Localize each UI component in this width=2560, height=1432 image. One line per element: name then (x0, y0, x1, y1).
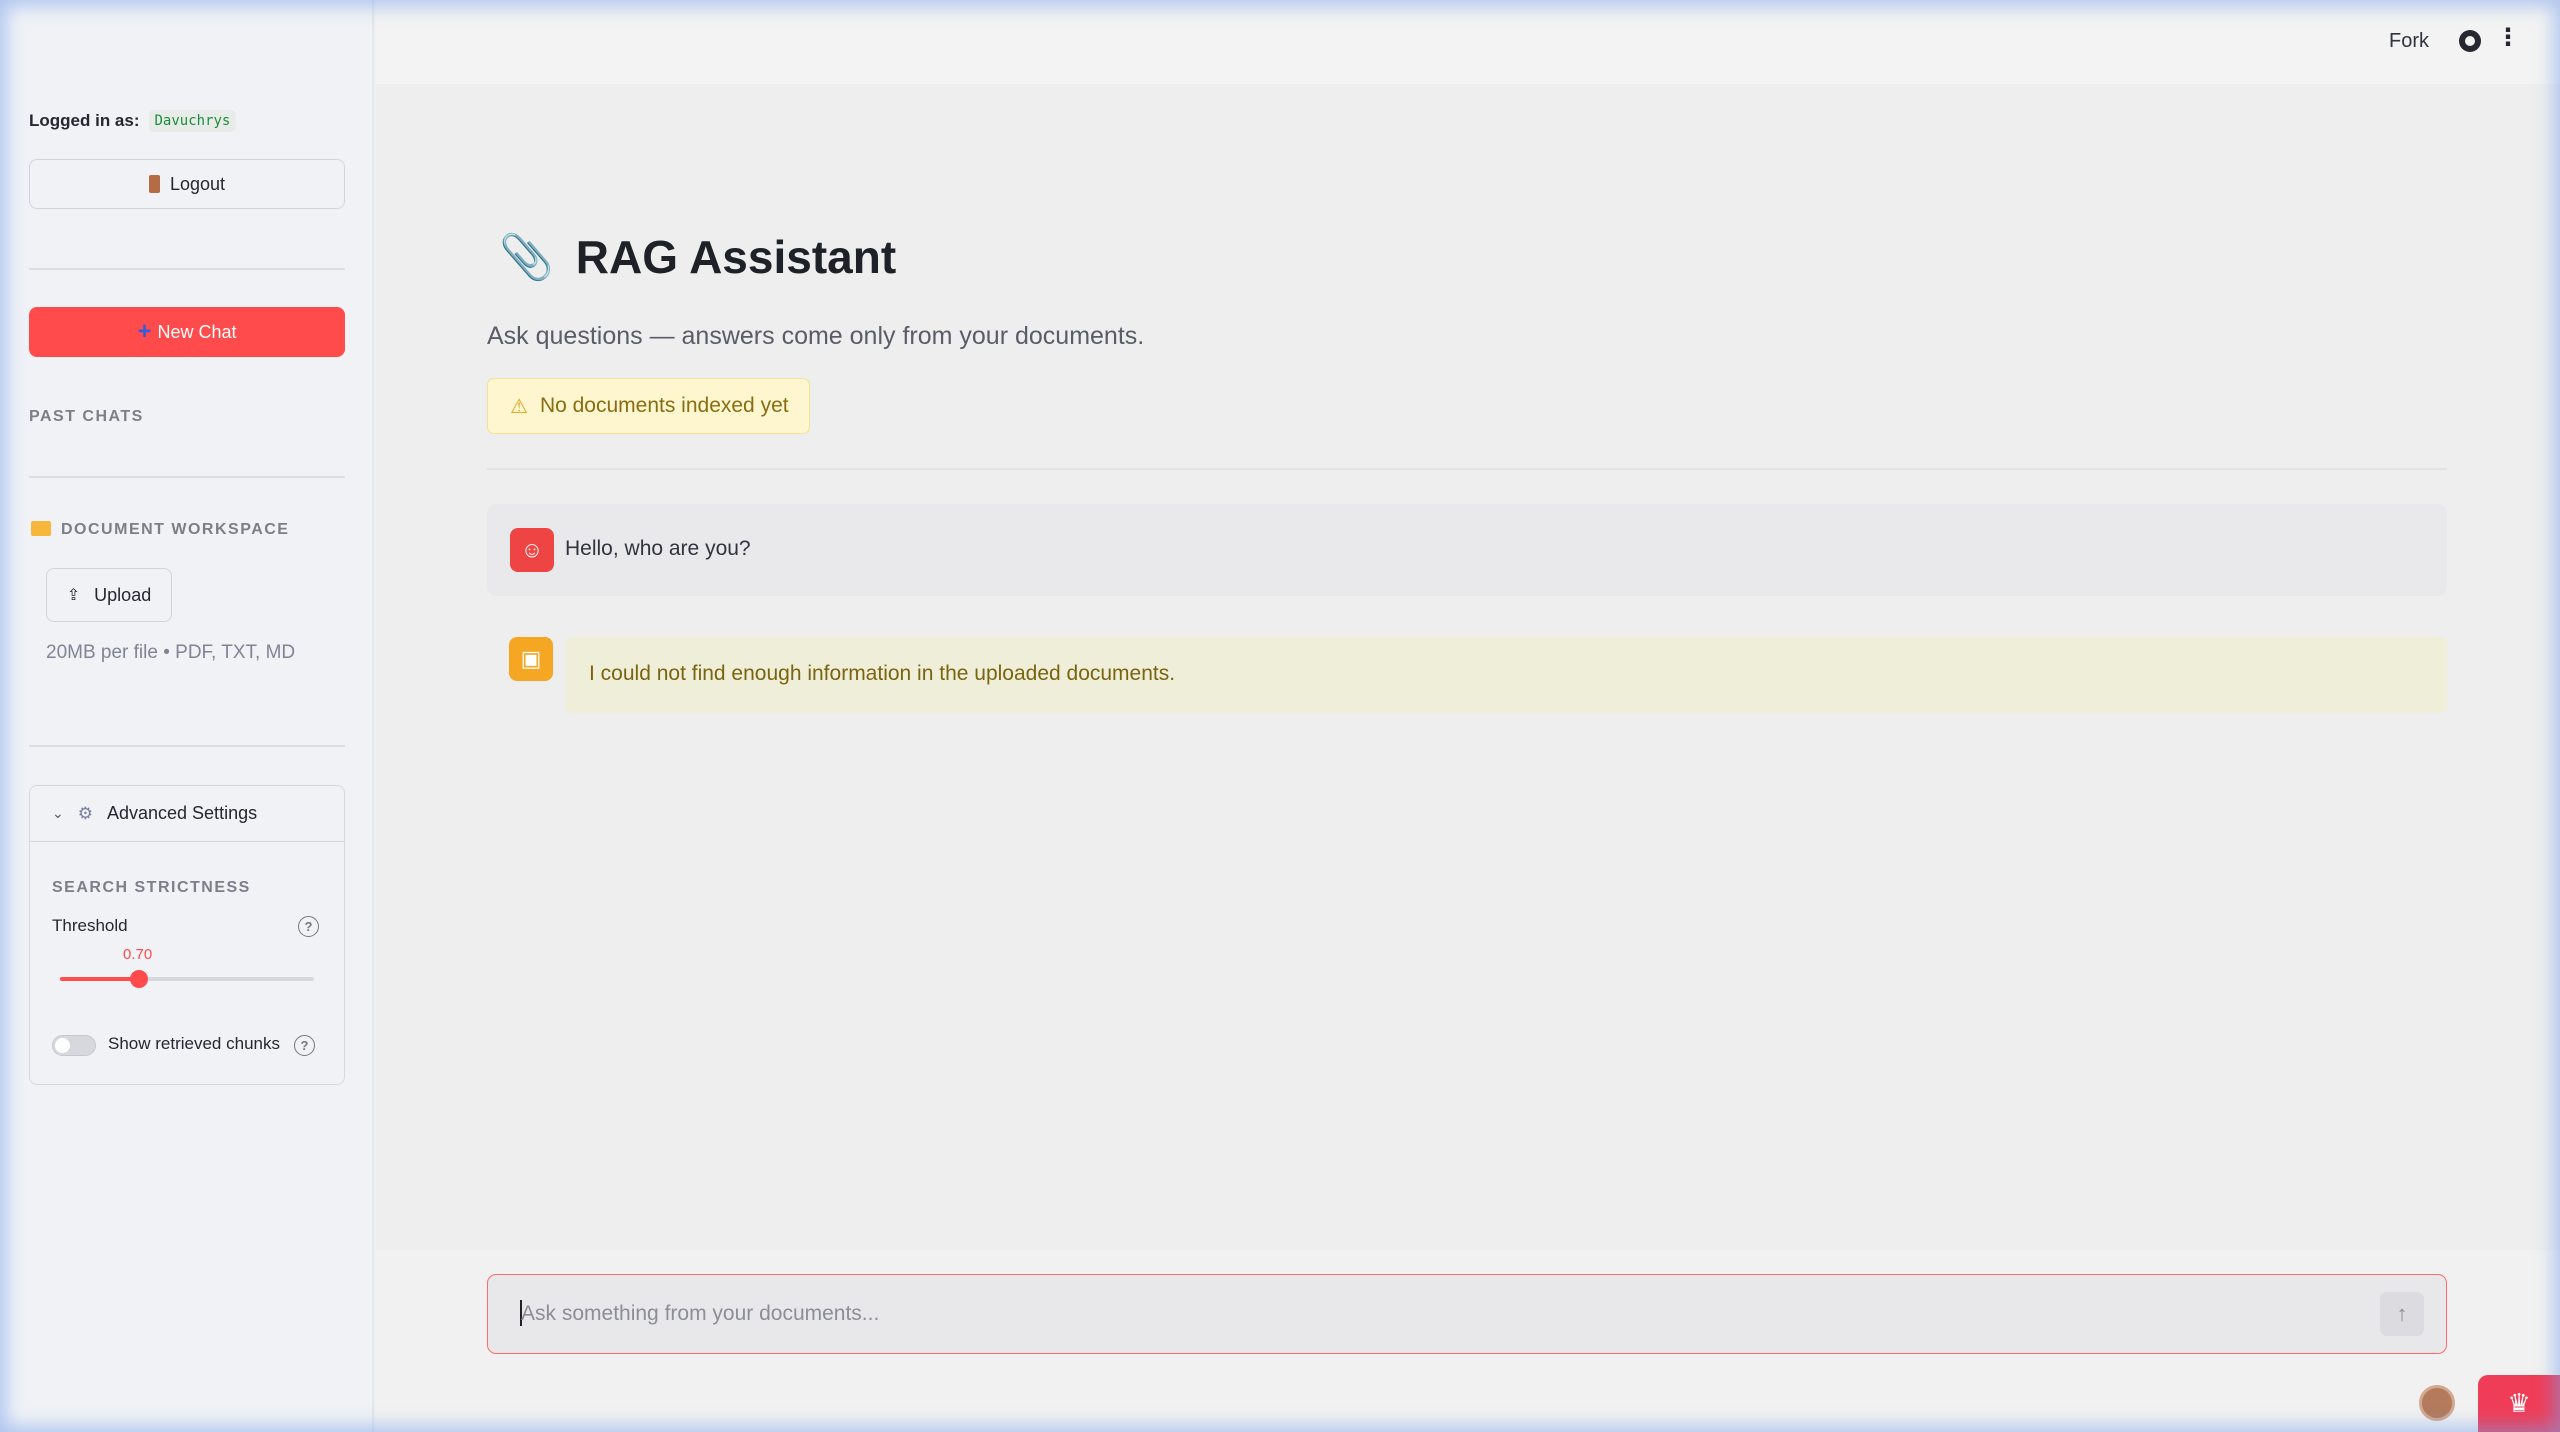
upload-button[interactable]: ⇪ Upload (46, 568, 172, 622)
page-title: RAG Assistant (575, 231, 897, 283)
upload-label: Upload (94, 584, 152, 605)
plus-icon: + (137, 318, 152, 345)
upload-hint: 20MB per file • PDF, TXT, MD (46, 642, 296, 663)
new-chat-button[interactable]: + New Chat (29, 307, 345, 357)
arrow-up-icon: ↑ (2396, 1301, 2408, 1326)
main-content: 📎 RAG Assistant Ask questions — answers … (376, 84, 2560, 1250)
chat-message-assistant: I could not find enough information in t… (566, 637, 2447, 713)
threshold-slider-fill (60, 977, 139, 981)
username-badge: Davuchrys (148, 110, 237, 132)
new-chat-label: New Chat (157, 321, 237, 342)
chat-message-user: ☺ Hello, who are you? (487, 504, 2447, 596)
warning-badge: ⚠ No documents indexed yet (487, 378, 810, 434)
past-chats-heading: PAST CHATS (29, 408, 144, 425)
logged-in-label: Logged in as: (29, 111, 140, 130)
sidebar-divider (29, 268, 345, 270)
user-avatar-icon: ☺ (510, 528, 554, 572)
help-icon[interactable]: ? (294, 1035, 315, 1056)
logged-in-info: Logged in as: Davuchrys (29, 110, 237, 132)
help-icon[interactable]: ? (298, 916, 319, 937)
chat-input-placeholder: Ask something from your documents... (521, 1302, 880, 1325)
sidebar-divider (29, 476, 345, 478)
message-text: Hello, who are you? (565, 537, 751, 560)
advanced-settings-title: Advanced Settings (106, 803, 258, 823)
logout-button[interactable]: Logout (29, 159, 345, 209)
streamlit-status-icon[interactable] (2419, 1385, 2455, 1421)
threshold-slider[interactable] (60, 970, 314, 988)
crown-icon[interactable]: ♛ (2478, 1375, 2560, 1432)
chevron-down-icon: ⌄ (52, 805, 64, 821)
paperclip-icon: 📎 (499, 233, 554, 282)
upload-icon: ⇪ (66, 587, 81, 604)
sidebar-divider (29, 745, 345, 747)
sidebar: Logged in as: Davuchrys Logout + New Cha… (0, 0, 374, 1432)
door-icon (148, 175, 160, 193)
top-bar: Fork ⋮ (376, 0, 2560, 84)
content-divider (487, 468, 2447, 470)
show-chunks-toggle[interactable] (52, 1035, 96, 1056)
github-icon[interactable] (2459, 30, 2481, 52)
threshold-value: 0.70 (123, 946, 153, 963)
warning-text: No documents indexed yet (539, 394, 789, 417)
logout-label: Logout (169, 173, 226, 194)
chat-input-area: Ask something from your documents... ↑ ♛ (376, 1250, 2560, 1432)
warning-icon: ⚠ (510, 395, 528, 418)
message-text: I could not find enough information in t… (589, 662, 1176, 685)
page-subtitle: Ask questions — answers come only from y… (487, 322, 1145, 350)
assistant-avatar-icon: ▣ (509, 637, 553, 681)
chat-input[interactable]: Ask something from your documents... ↑ (487, 1274, 2447, 1354)
page-header: 📎 RAG Assistant (499, 230, 896, 284)
search-strictness-heading: SEARCH STRICTNESS (52, 879, 251, 896)
workspace-label: DOCUMENT WORKSPACE (61, 521, 290, 538)
gear-icon: ⚙ (77, 803, 93, 823)
kebab-menu-icon[interactable]: ⋮ (2496, 26, 2520, 50)
show-chunks-label: Show retrieved chunks (108, 1034, 280, 1053)
send-button[interactable]: ↑ (2380, 1292, 2424, 1336)
toggle-knob (55, 1038, 70, 1053)
folder-icon (31, 521, 51, 536)
threshold-label: Threshold (52, 916, 128, 935)
workspace-heading: DOCUMENT WORKSPACE (31, 519, 289, 539)
fork-link[interactable]: Fork (2389, 30, 2429, 53)
advanced-settings-expander: ⌄ ⚙ Advanced Settings SEARCH STRICTNESS … (29, 785, 345, 1085)
threshold-slider-thumb[interactable] (129, 970, 148, 988)
advanced-settings-header[interactable]: ⌄ ⚙ Advanced Settings (30, 786, 344, 842)
